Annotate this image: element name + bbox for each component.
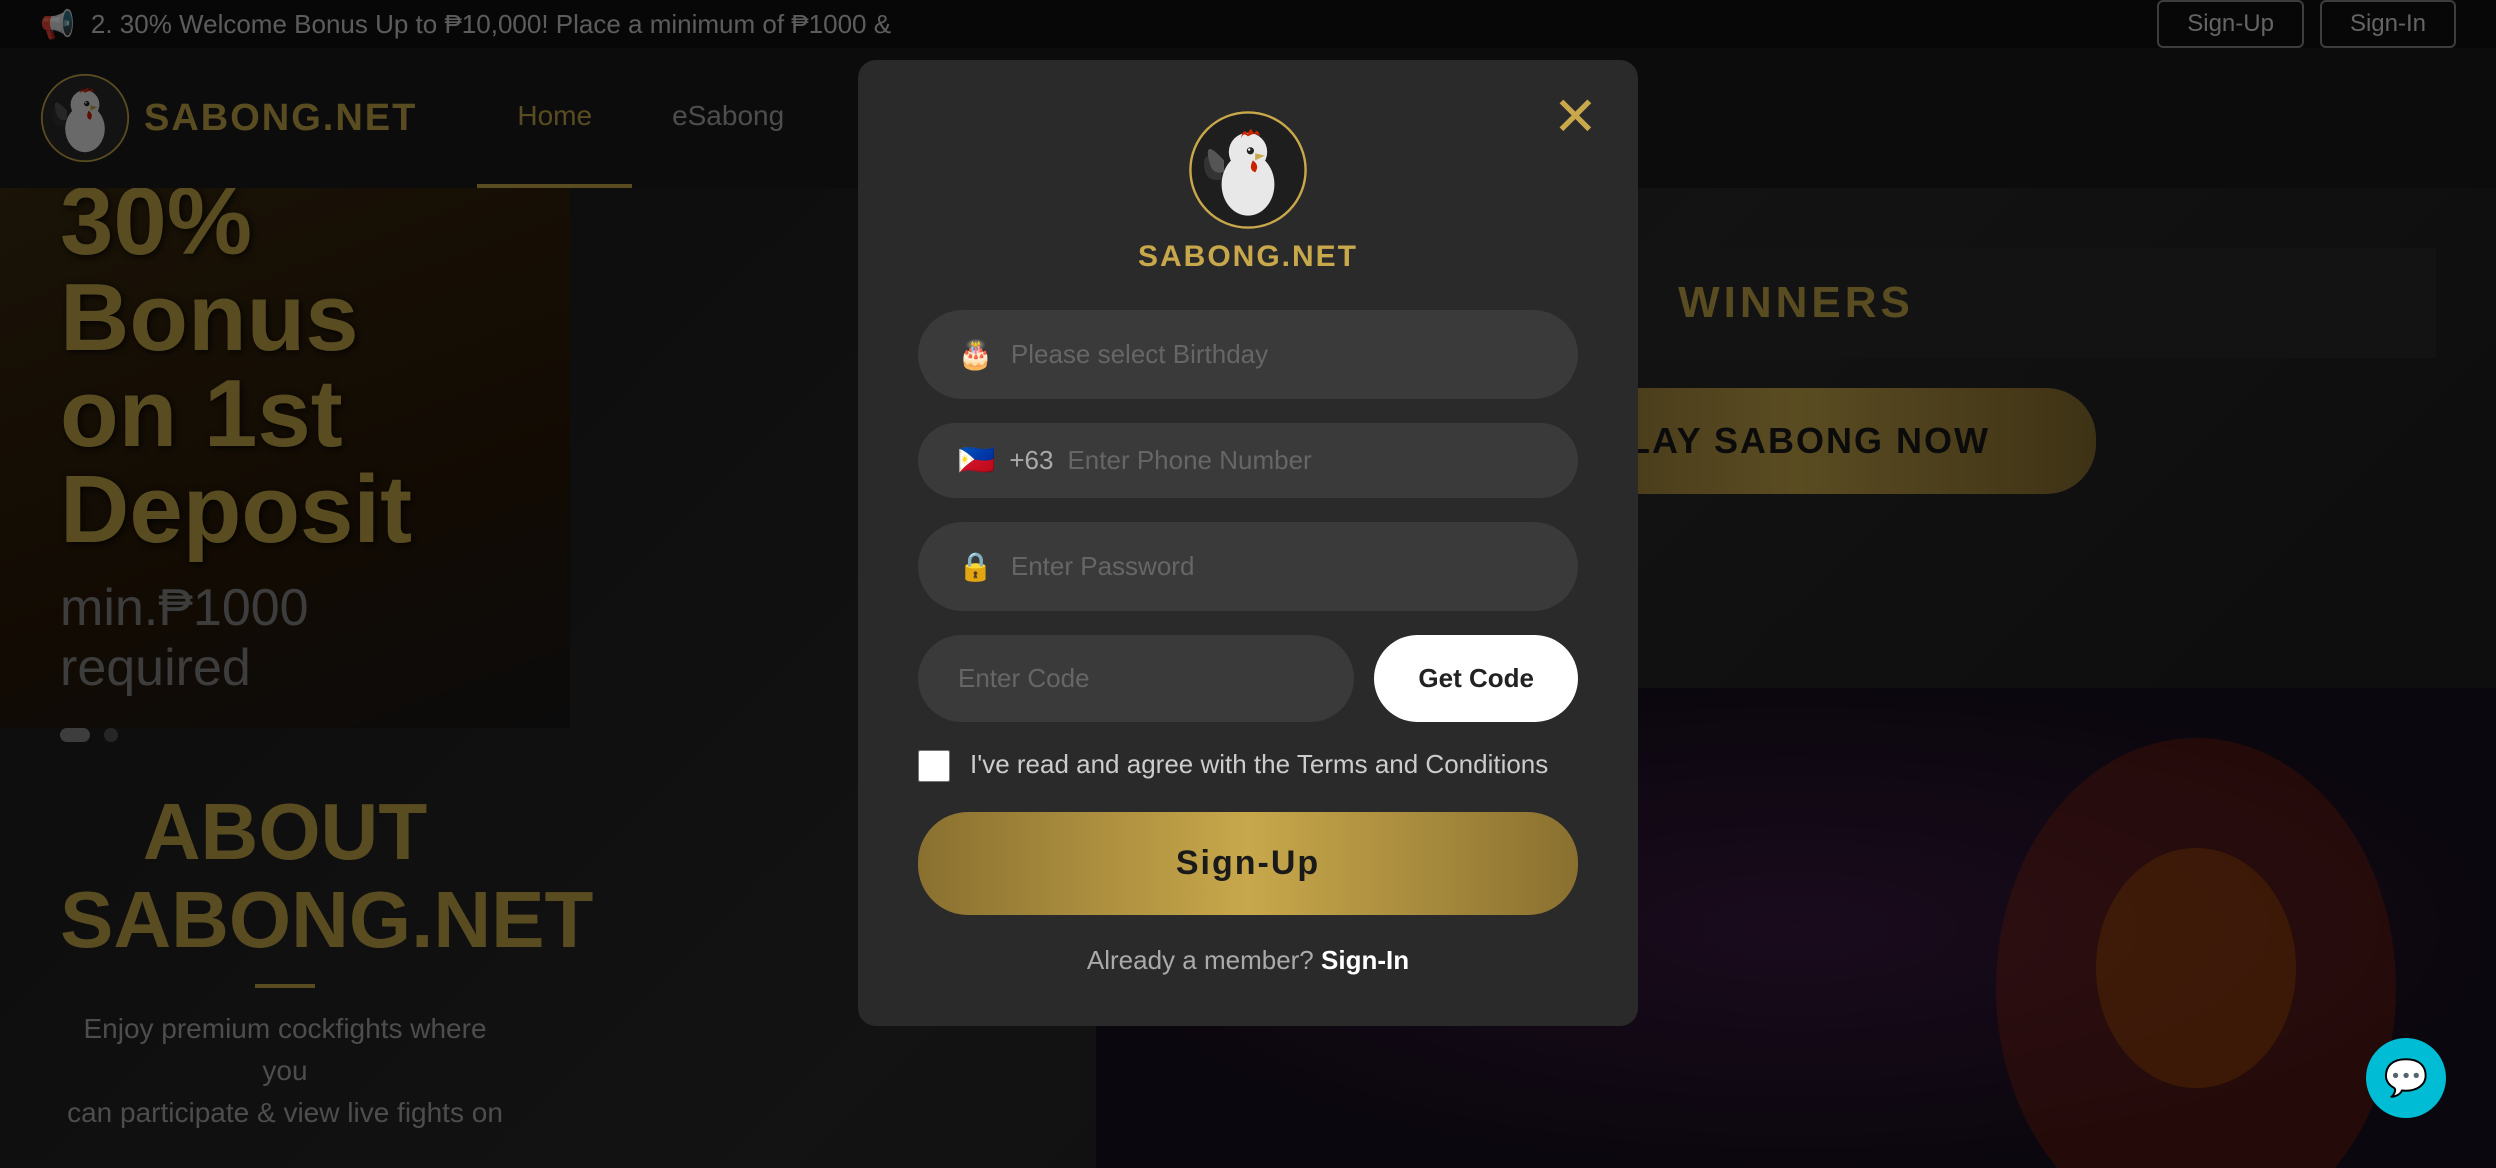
modal-logo: SABONG.NET (1138, 110, 1358, 274)
terms-checkbox-row: I've read and agree with the Terms and C… (918, 746, 1578, 782)
lock-icon: 🔒 (958, 550, 993, 583)
flag-philippines-icon: 🇵🇭 (958, 443, 995, 478)
terms-checkbox[interactable] (918, 750, 950, 782)
get-code-button[interactable]: Get Code (1374, 635, 1578, 722)
modal-close-button[interactable]: ✕ (1553, 90, 1598, 144)
birthday-input[interactable] (1011, 339, 1538, 370)
signin-link[interactable]: Sign-In (1321, 945, 1409, 975)
phone-field-container: 🇵🇭 +63 (918, 423, 1578, 498)
password-input[interactable] (1011, 551, 1538, 582)
chat-icon: 💬 (2384, 1057, 2429, 1099)
modal-logo-text: SABONG.NET (1138, 240, 1358, 274)
terms-label: I've read and agree with the Terms and C… (970, 746, 1548, 782)
chat-button[interactable]: 💬 (2366, 1038, 2446, 1118)
already-member-label: Already a member? (1087, 945, 1314, 975)
already-member-text: Already a member? Sign-In (1087, 945, 1409, 976)
country-code: +63 (1009, 445, 1053, 476)
signup-button[interactable]: Sign-Up (918, 812, 1578, 915)
code-input[interactable] (918, 635, 1354, 722)
modal-logo-icon (1188, 110, 1308, 230)
birthday-field-container: 🎂 (918, 310, 1578, 399)
password-field-container: 🔒 (918, 522, 1578, 611)
close-icon: ✕ (1553, 87, 1598, 147)
signup-modal: ✕ SABONG.NET 🎂 🇵🇭 +63 🔒 (858, 60, 1638, 1026)
birthday-icon: 🎂 (958, 338, 993, 371)
phone-input[interactable] (1067, 445, 1538, 476)
code-row: Get Code (918, 635, 1578, 722)
